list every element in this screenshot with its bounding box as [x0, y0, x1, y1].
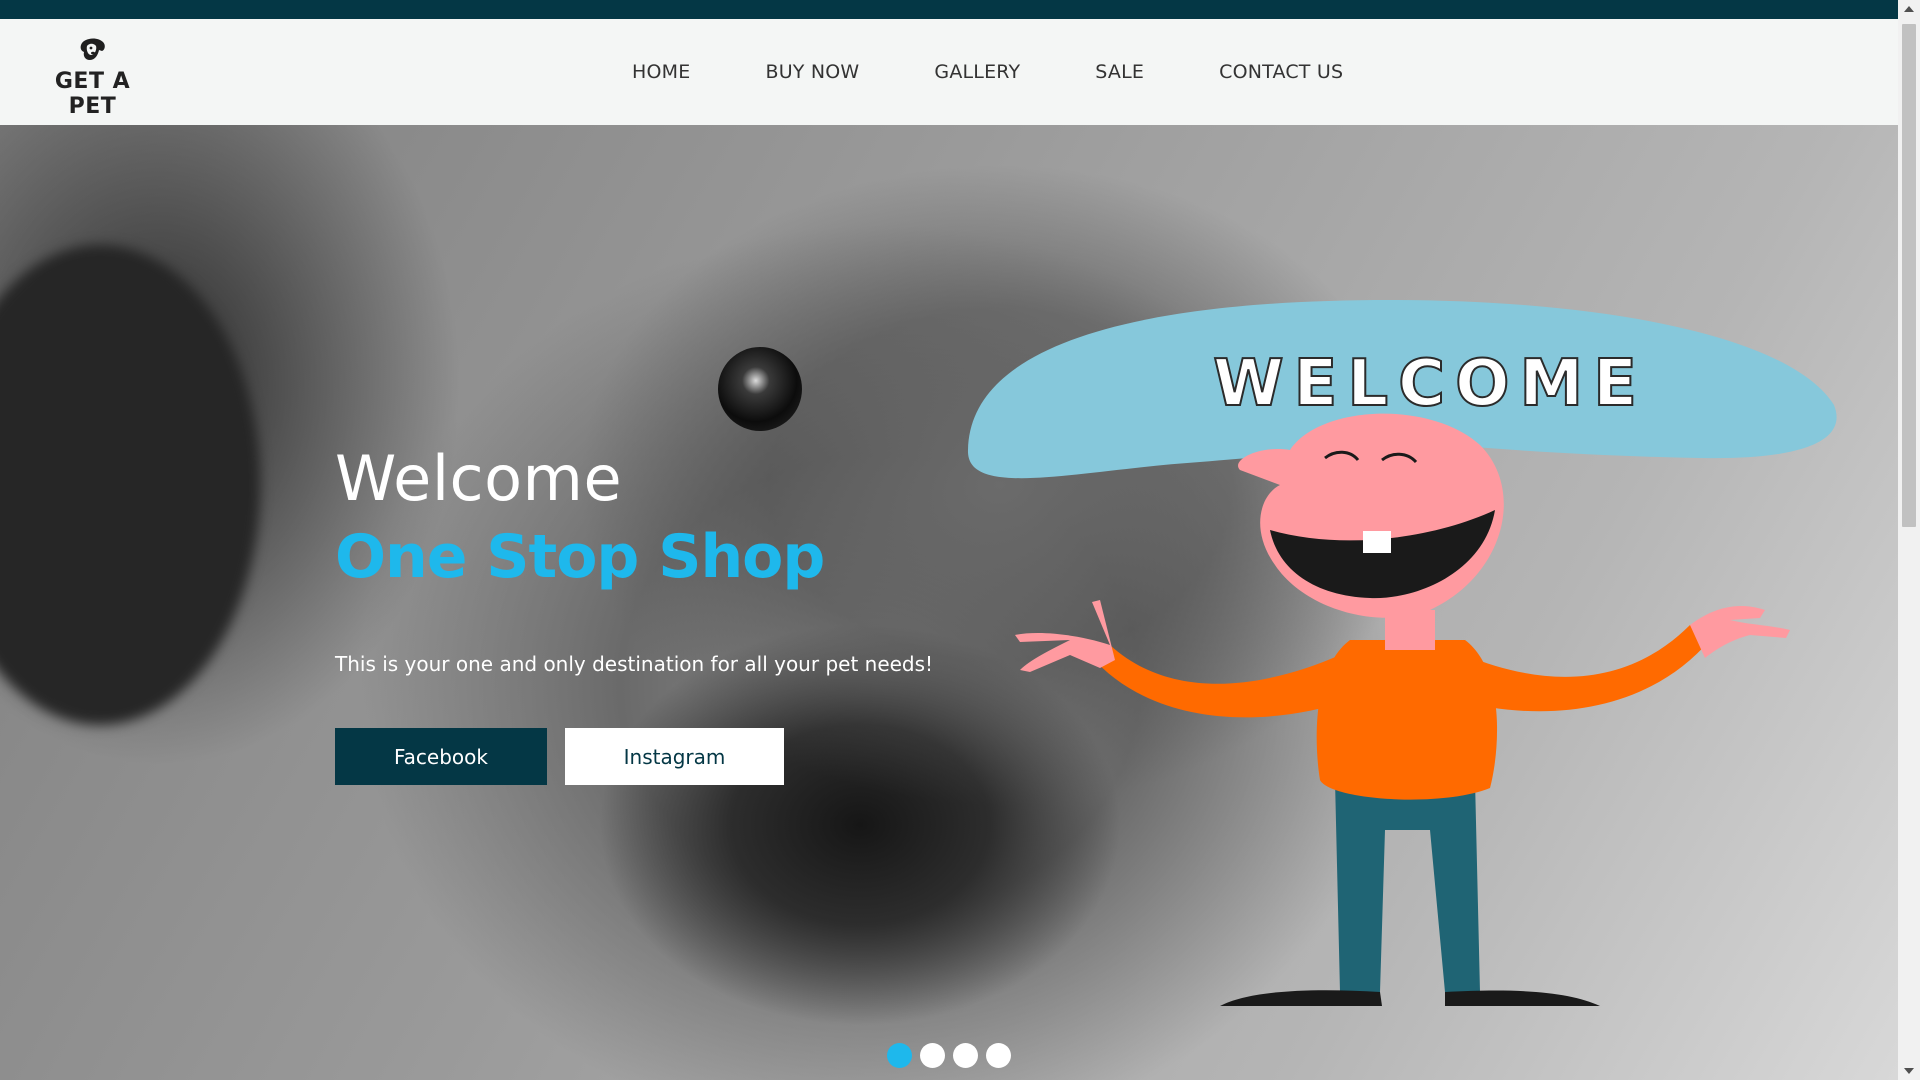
carousel-dot-2[interactable]: [920, 1043, 945, 1068]
cartoon-torso: [1316, 640, 1498, 800]
scrollbar-thumb[interactable]: [1902, 24, 1916, 527]
cartoon-legs: [1335, 780, 1480, 992]
dog-photo-shadow: [0, 245, 260, 725]
cartoon-tooth: [1363, 531, 1391, 553]
speech-bubble-text: WELCOME: [1213, 347, 1647, 421]
cartoon-right-shoe: [1445, 990, 1600, 1006]
nav-buy-now[interactable]: BUY NOW: [765, 61, 859, 83]
hero-title: Welcome: [335, 442, 623, 515]
carousel-indicators: [887, 1043, 1011, 1068]
nav-gallery[interactable]: GALLERY: [934, 61, 1020, 83]
dog-photo-eye-left: [718, 347, 802, 431]
carousel-dot-3[interactable]: [953, 1043, 978, 1068]
instagram-button[interactable]: Instagram: [565, 728, 784, 785]
social-buttons: Facebook Instagram: [335, 728, 1035, 785]
nav-home[interactable]: HOME: [632, 61, 690, 83]
cartoon-right-hand: [1690, 605, 1790, 658]
site-header: GET A PET HOME BUY NOW GALLERY SALE CONT…: [0, 19, 1898, 125]
cartoon-left-shoe: [1220, 990, 1382, 1006]
facebook-button[interactable]: Facebook: [335, 728, 547, 785]
scroll-down-icon[interactable]: [1904, 1068, 1914, 1074]
brand-name: GET A PET: [54, 69, 131, 119]
carousel-dot-4[interactable]: [986, 1043, 1011, 1068]
cartoon-left-hand: [1015, 600, 1115, 672]
welcome-cartoon-illustration: WELCOME: [967, 300, 1837, 1006]
main-nav: HOME BUY NOW GALLERY SALE CONTACT US: [632, 61, 1418, 83]
nav-contact-us[interactable]: CONTACT US: [1219, 61, 1343, 83]
page-scrollbar[interactable]: [1898, 0, 1920, 1080]
site-logo[interactable]: GET A PET: [30, 33, 155, 119]
hero-banner: Welcome One Stop Shop This is your one a…: [0, 125, 1898, 1080]
carousel-dot-1[interactable]: [887, 1043, 912, 1068]
cartoon-left-arm: [1090, 645, 1350, 718]
nav-sale[interactable]: SALE: [1095, 61, 1144, 83]
scroll-up-icon[interactable]: [1904, 6, 1914, 12]
hero-tagline: One Stop Shop: [335, 522, 825, 592]
dog-head-icon: [80, 38, 105, 60]
hero-subtitle: This is your one and only destination fo…: [335, 652, 934, 676]
top-bar: [0, 0, 1898, 19]
hero-text-block: Welcome One Stop Shop This is your one a…: [335, 440, 1035, 785]
